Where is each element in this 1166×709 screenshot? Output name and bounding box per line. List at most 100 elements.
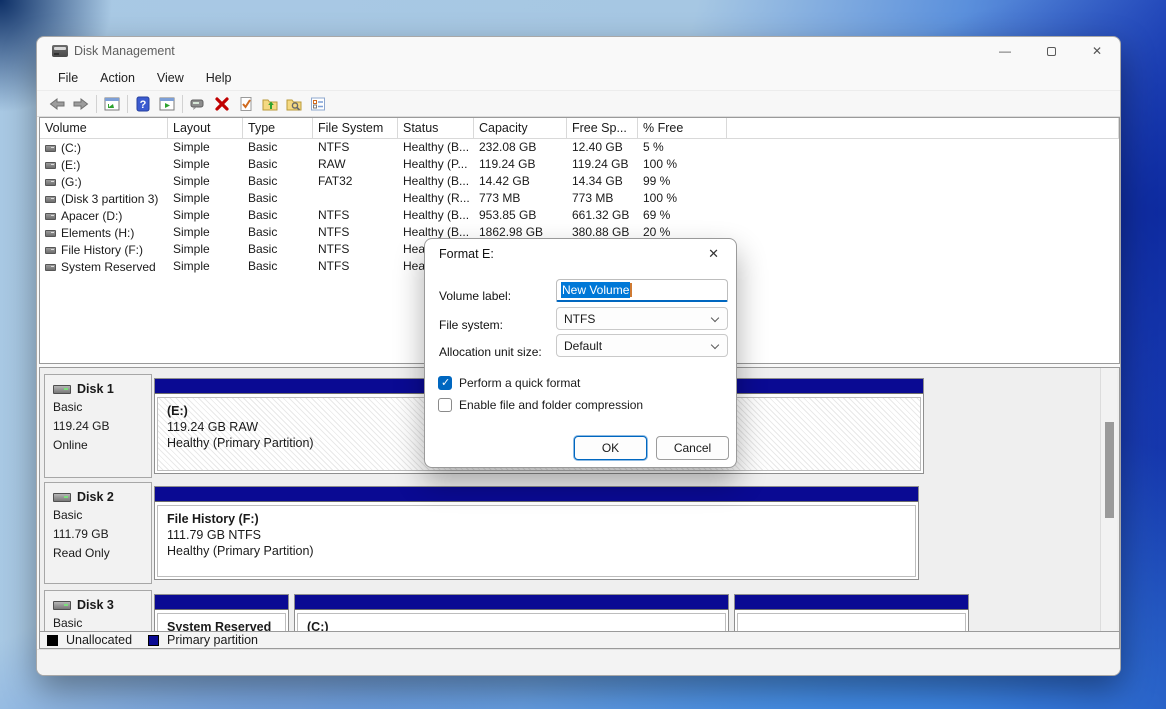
console-window-play-button[interactable] <box>155 93 179 115</box>
cell-capacity: 953.85 GB <box>474 207 567 224</box>
column-header-file-system[interactable]: File System <box>313 118 398 139</box>
folder-export-button[interactable] <box>258 93 282 115</box>
maximize-button[interactable] <box>1028 37 1074 65</box>
folder-search-icon <box>286 96 302 112</box>
back-button[interactable] <box>45 93 69 115</box>
compression-checkbox-row[interactable]: Enable file and folder compression <box>438 398 643 412</box>
cancel-button[interactable]: Cancel <box>656 436 729 460</box>
popup-menu-button[interactable] <box>186 93 210 115</box>
vertical-scrollbar[interactable] <box>1100 368 1117 631</box>
help-button[interactable]: ? <box>131 93 155 115</box>
delete-button[interactable] <box>210 93 234 115</box>
column-header-pct-free[interactable]: % Free <box>638 118 727 139</box>
volume-label-input[interactable]: New Volume <box>556 279 728 302</box>
status-bar <box>37 649 1120 676</box>
volume-icon <box>45 230 56 237</box>
menu-help[interactable]: Help <box>195 67 243 89</box>
allocation-caption: Allocation unit size: <box>439 345 542 359</box>
cell-capacity: 773 MB <box>474 190 567 207</box>
partition-f[interactable]: File History (F:) 111.79 GB NTFS Healthy… <box>154 486 919 580</box>
disk3-label-panel[interactable]: Disk 3 Basic <box>44 590 152 631</box>
partition-c[interactable]: (C:) <box>294 594 729 631</box>
cell-fs: NTFS <box>313 258 398 275</box>
back-arrow-icon <box>49 96 65 112</box>
partition-unnamed[interactable] <box>734 594 969 631</box>
partition-color-bar <box>155 595 288 610</box>
column-header-status[interactable]: Status <box>398 118 474 139</box>
cell-capacity: 232.08 GB <box>474 139 567 156</box>
disk1-label-panel[interactable]: Disk 1 Basic 119.24 GB Online <box>44 374 152 478</box>
table-row[interactable]: (G:) Simple Basic FAT32 Healthy (B... 14… <box>40 173 1119 190</box>
minimize-button[interactable]: — <box>982 37 1028 65</box>
volume-icon <box>45 264 56 271</box>
partition-label: (C:) <box>307 619 725 631</box>
scrollbar-thumb[interactable] <box>1105 422 1114 518</box>
ok-button[interactable]: OK <box>574 436 647 460</box>
column-header-free-space[interactable]: Free Sp... <box>567 118 638 139</box>
table-row[interactable]: (E:) Simple Basic RAW Healthy (P... 119.… <box>40 156 1119 173</box>
disk-icon <box>53 493 71 502</box>
column-header-layout[interactable]: Layout <box>168 118 243 139</box>
cell-pct: 69 % <box>638 207 727 224</box>
check-document-button[interactable] <box>234 93 258 115</box>
table-row[interactable]: Apacer (D:) Simple Basic NTFS Healthy (B… <box>40 207 1119 224</box>
cell-type: Basic <box>243 258 313 275</box>
disk2-label-panel[interactable]: Disk 2 Basic 111.79 GB Read Only <box>44 482 152 584</box>
compression-label: Enable file and folder compression <box>459 398 643 412</box>
table-row[interactable]: (Disk 3 partition 3) Simple Basic Health… <box>40 190 1119 207</box>
disk-name: Disk 3 <box>77 598 114 612</box>
volume-name: (Disk 3 partition 3) <box>61 192 158 206</box>
cell-layout: Simple <box>168 190 243 207</box>
properties-list-icon <box>310 96 326 112</box>
legend-label-primary: Primary partition <box>167 633 258 647</box>
volume-name: Elements (H:) <box>61 226 134 240</box>
column-header-volume[interactable]: Volume <box>40 118 168 139</box>
menubar: File Action View Help <box>37 65 1120 91</box>
help-icon: ? <box>135 96 151 112</box>
checkbox-unchecked-icon[interactable] <box>438 398 452 412</box>
menu-action[interactable]: Action <box>89 67 146 89</box>
disk-state: Read Only <box>53 545 151 561</box>
cell-free: 773 MB <box>567 190 638 207</box>
cell-layout: Simple <box>168 173 243 190</box>
volume-icon <box>45 213 56 220</box>
column-header-capacity[interactable]: Capacity <box>474 118 567 139</box>
properties-list-button[interactable] <box>306 93 330 115</box>
quick-format-label: Perform a quick format <box>459 376 580 390</box>
cell-type: Basic <box>243 173 313 190</box>
legend-swatch-unallocated <box>47 635 58 646</box>
volume-icon <box>45 179 56 186</box>
cell-pct: 5 % <box>638 139 727 156</box>
cell-type: Basic <box>243 156 313 173</box>
partition-color-bar <box>735 595 968 610</box>
partition-system-reserved[interactable]: System Reserved <box>154 594 289 631</box>
menu-file[interactable]: File <box>47 67 89 89</box>
cell-type: Basic <box>243 190 313 207</box>
dialog-title: Format E: <box>439 247 494 261</box>
cell-free: 119.24 GB <box>567 156 638 173</box>
disk-kind: Basic <box>53 615 151 631</box>
partition-health: Healthy (Primary Partition) <box>167 543 915 559</box>
column-header-type[interactable]: Type <box>243 118 313 139</box>
quick-format-checkbox-row[interactable]: Perform a quick format <box>438 376 580 390</box>
allocation-select[interactable]: Default <box>556 334 728 357</box>
dialog-close-button[interactable]: ✕ <box>704 244 723 264</box>
console-window-button[interactable] <box>100 93 124 115</box>
cell-capacity: 14.42 GB <box>474 173 567 190</box>
chevron-down-icon <box>711 341 719 349</box>
volume-name: (G:) <box>61 175 82 189</box>
close-button[interactable]: ✕ <box>1074 37 1120 65</box>
cell-fs: NTFS <box>313 207 398 224</box>
menu-view[interactable]: View <box>146 67 195 89</box>
cell-type: Basic <box>243 139 313 156</box>
forward-button[interactable] <box>69 93 93 115</box>
red-x-icon <box>214 96 230 112</box>
cell-fs: NTFS <box>313 139 398 156</box>
cell-fs: NTFS <box>313 241 398 258</box>
table-row[interactable]: (C:) Simple Basic NTFS Healthy (B... 232… <box>40 139 1119 156</box>
folder-search-button[interactable] <box>282 93 306 115</box>
folder-up-arrow-icon <box>262 96 278 112</box>
column-header-filler <box>727 118 1119 139</box>
file-system-select[interactable]: NTFS <box>556 307 728 330</box>
checkbox-checked-icon[interactable] <box>438 376 452 390</box>
